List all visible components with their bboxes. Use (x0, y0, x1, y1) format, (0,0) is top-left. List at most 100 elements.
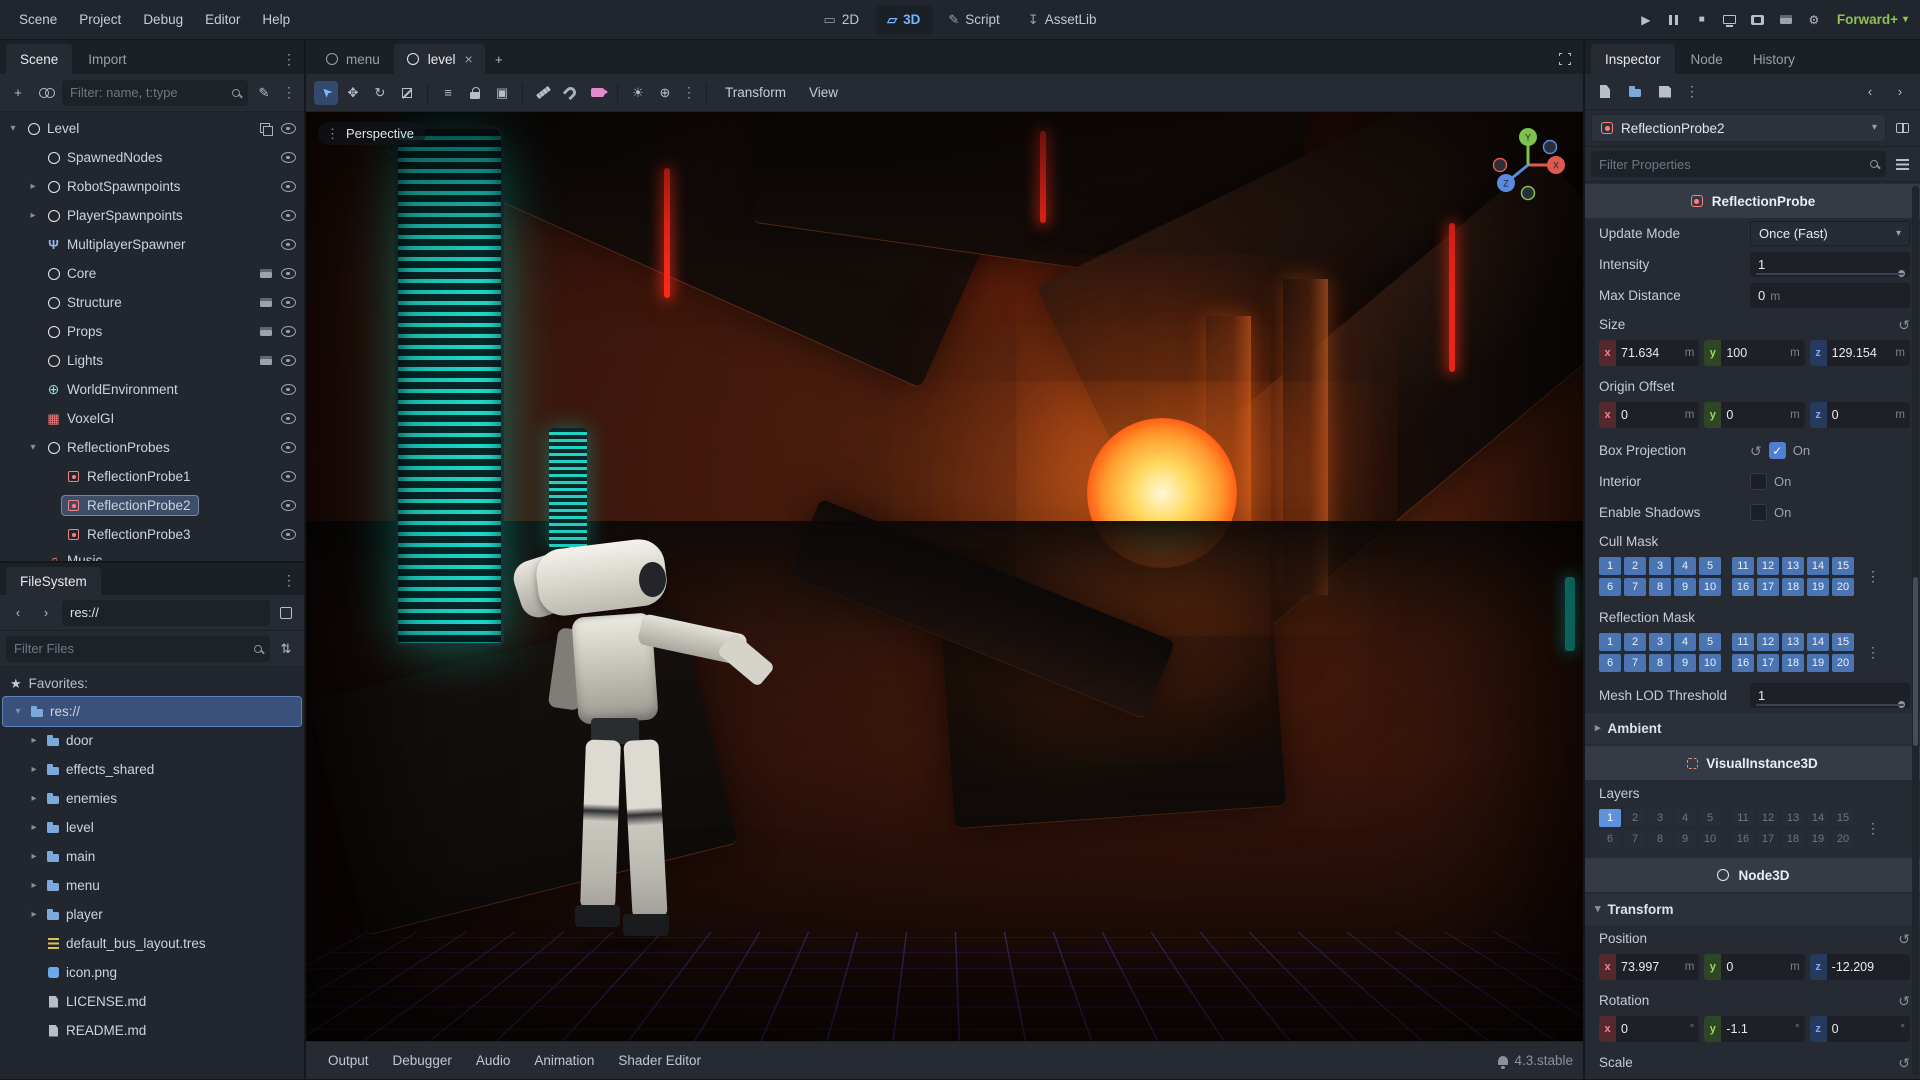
customize-run-button[interactable]: ⚙ (1801, 7, 1827, 33)
layer-tile[interactable]: 1 (1599, 633, 1621, 651)
layer-tile[interactable]: 15 (1832, 809, 1854, 827)
file-tree-item[interactable]: player (3, 900, 301, 929)
scene-tree-item[interactable]: WorldEnvironment (0, 375, 304, 404)
expand-arrow-icon[interactable] (27, 851, 41, 862)
layer-tile[interactable]: 17 (1757, 578, 1779, 596)
layer-tile[interactable]: 13 (1782, 557, 1804, 575)
bottom-panel-tab[interactable]: Output (316, 1042, 381, 1080)
layer-tile[interactable]: 3 (1649, 809, 1671, 827)
workspace-2d-button[interactable]: ▭ 2D (812, 6, 872, 34)
scene-badge-icon[interactable] (258, 269, 274, 278)
rotation-vector[interactable]: x 0 ° y -1.1 ° z 0 ° (1585, 1014, 1920, 1049)
layer-tile[interactable]: 17 (1757, 654, 1779, 672)
vector-y-field[interactable]: y0 m (1704, 954, 1805, 980)
scene-tree-item[interactable]: Core (0, 259, 304, 288)
layer-tile[interactable]: 6 (1599, 578, 1621, 596)
layer-tile[interactable]: 11 (1732, 809, 1754, 827)
lock-node-button[interactable] (463, 81, 487, 105)
list-select-button[interactable]: ≡ (436, 81, 460, 105)
remote-debug-button[interactable] (1717, 7, 1743, 33)
current-path-field[interactable] (62, 599, 270, 626)
scene-tree-item[interactable]: Level (0, 114, 304, 143)
vector-y-field[interactable]: y -1.1 ° (1704, 1016, 1805, 1042)
layer-tile[interactable]: 17 (1757, 830, 1779, 848)
revert-icon[interactable]: ↺ (1898, 994, 1910, 1008)
vector-z-field[interactable]: z 129.154 m (1809, 340, 1910, 366)
interior-checkbox[interactable] (1750, 473, 1768, 490)
layer-tile[interactable]: 8 (1649, 578, 1671, 596)
vector-z-field[interactable]: z0 m (1809, 402, 1910, 428)
scene-tab-level[interactable]: level × (393, 44, 485, 74)
layer-tile[interactable]: 9 (1674, 654, 1696, 672)
visibility-eye-icon[interactable] (280, 469, 296, 485)
file-tree-item[interactable]: door (3, 726, 301, 755)
scene-tab-menu[interactable]: menu (312, 44, 392, 74)
sun-settings-button[interactable]: ☀ (626, 81, 650, 105)
vector-x-field[interactable]: x0 m (1599, 402, 1700, 428)
scene-badge-icon[interactable] (258, 122, 274, 136)
layer-tile[interactable]: 8 (1649, 654, 1671, 672)
layer-tile[interactable]: 16 (1732, 654, 1754, 672)
visibility-eye-icon[interactable] (280, 295, 296, 311)
layer-tile[interactable]: 18 (1782, 654, 1804, 672)
expand-arrow-icon[interactable] (27, 822, 41, 833)
notifications-icon[interactable] (1498, 1056, 1509, 1069)
expand-arrow-icon[interactable] (6, 123, 20, 134)
view-menu[interactable]: View (799, 80, 848, 106)
layer-tile[interactable]: 7 (1624, 578, 1646, 596)
layer-tile[interactable]: 2 (1624, 633, 1646, 651)
tree-item-content[interactable]: VoxelGI (42, 409, 121, 428)
intensity-field[interactable]: 1 (1750, 252, 1910, 277)
layer-tile[interactable]: 4 (1674, 557, 1696, 575)
visibility-eye-icon[interactable] (280, 208, 296, 224)
layer-tile[interactable]: 20 (1832, 578, 1854, 596)
layer-tile[interactable]: 11 (1732, 633, 1754, 651)
dock-menu-button[interactable]: ⋮ (280, 46, 298, 72)
ambient-group[interactable]: ▸ Ambient (1585, 713, 1920, 744)
view-options-button[interactable]: ⋮ (680, 80, 698, 106)
update-mode-dropdown[interactable]: Once (Fast) ▾ (1750, 221, 1910, 246)
resource-menu-button[interactable]: ⋮ (1683, 79, 1701, 105)
load-resource-button[interactable] (1623, 80, 1647, 104)
section-node3d[interactable]: Node3D (1585, 858, 1920, 892)
layer-tile[interactable]: 19 (1807, 830, 1829, 848)
group-node-button[interactable]: ▣ (490, 81, 514, 105)
edit-forward-button[interactable]: › (1888, 80, 1912, 104)
tab-scene[interactable]: Scene (6, 44, 73, 74)
pause-button[interactable] (1661, 7, 1687, 33)
layer-tile[interactable]: 7 (1624, 830, 1646, 848)
scene-toolbar-menu-button[interactable]: ⋮ (280, 80, 298, 106)
tree-item-content[interactable]: RobotSpawnpoints (42, 177, 187, 196)
box-projection-checkbox[interactable] (1768, 442, 1786, 459)
layer-tile[interactable]: 3 (1649, 633, 1671, 651)
tab-history[interactable]: History (1739, 44, 1809, 74)
visibility-eye-icon[interactable] (280, 237, 296, 253)
tree-item-content[interactable]: MultiplayerSpawner (42, 235, 193, 254)
layer-tile[interactable]: 16 (1732, 830, 1754, 848)
file-tree-item[interactable]: res:// (3, 697, 301, 726)
layer-tile[interactable]: 13 (1782, 809, 1804, 827)
scene-badge-icon[interactable] (258, 298, 274, 307)
close-tab-icon[interactable]: × (465, 52, 473, 66)
layer-tile[interactable]: 4 (1674, 633, 1696, 651)
scene-tree-item[interactable]: ReflectionProbe1 (0, 462, 304, 491)
menu-item[interactable]: Scene (8, 6, 68, 34)
visibility-eye-icon[interactable] (280, 353, 296, 369)
tree-item-content[interactable]: Core (42, 264, 103, 283)
scene-tree-item[interactable]: Structure (0, 288, 304, 317)
visibility-eye-icon[interactable] (280, 440, 296, 456)
bottom-panel-tab[interactable]: Shader Editor (606, 1042, 713, 1080)
layer-tile[interactable]: 1 (1599, 809, 1621, 827)
visibility-eye-icon[interactable] (280, 411, 296, 427)
expand-arrow-icon[interactable] (27, 909, 41, 920)
layer-tile[interactable]: 10 (1699, 830, 1721, 848)
layer-tile[interactable]: 18 (1782, 830, 1804, 848)
tree-item-content[interactable]: SpawnedNodes (42, 148, 169, 167)
layer-tile[interactable]: 20 (1832, 830, 1854, 848)
layer-tile[interactable]: 9 (1674, 830, 1696, 848)
layer-tile[interactable]: 14 (1807, 557, 1829, 575)
vector-z-field[interactable]: z -12.209 (1809, 954, 1910, 980)
open-docs-button[interactable] (1890, 116, 1914, 140)
edited-object-dropdown[interactable]: ReflectionProbe2 ▾ (1591, 114, 1886, 142)
tree-item-content[interactable]: PlayerSpawnpoints (42, 206, 190, 225)
